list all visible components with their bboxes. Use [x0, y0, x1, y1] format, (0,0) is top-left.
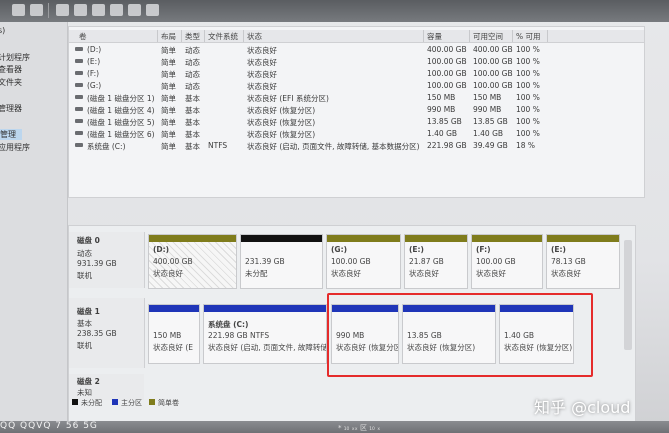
drive-icon — [75, 71, 83, 75]
table-row[interactable]: (E:) 简单 动态 状态良好 100.00 GB 100.00 GB 100 … — [69, 56, 644, 68]
partition-c[interactable]: 系统盘 (C:) 221.98 GB NTFS 状态良好 (启动, 页面文件, … — [203, 304, 327, 364]
nav-item[interactable]: 查看器 — [0, 64, 22, 75]
drive-icon — [75, 47, 83, 51]
disk-0-state: 联机 — [77, 271, 92, 280]
partition-e[interactable]: (E:) 21.87 GB 状态良好 — [404, 234, 468, 289]
watermark: 知乎 @cloud — [534, 398, 631, 417]
disk-1-name: 磁盘 1 — [77, 307, 100, 316]
disk-0-size: 931.39 GB — [77, 259, 117, 268]
partition-bar — [204, 305, 326, 312]
col-header-type[interactable]: 类型 — [185, 31, 200, 42]
partition-efi[interactable]: 150 MB 状态良好 (E — [148, 304, 200, 364]
partition-e-2[interactable]: (E:) 78.13 GB 状态良好 — [546, 234, 620, 289]
disk-2-kind: 未知 — [77, 388, 92, 397]
partition-bar — [472, 235, 542, 242]
drive-icon — [75, 59, 83, 63]
help-icon[interactable] — [92, 4, 105, 16]
partition-d[interactable]: (D:) 400.00 GB 状态良好 — [148, 234, 237, 289]
table-row[interactable]: (磁盘 1 磁盘分区 4) 简单 基本 状态良好 (恢复分区) 990 MB 9… — [69, 104, 644, 116]
nav-item[interactable]: 文件夹 — [0, 77, 22, 88]
bottom-mini-text: * ₁₀ ₓₓ 区 ₁₀ ₓ — [338, 424, 381, 432]
partition-bar — [547, 235, 619, 242]
disk-1-kind: 基本 — [77, 319, 92, 328]
table-row[interactable]: (F:) 简单 动态 状态良好 100.00 GB 100.00 GB 100 … — [69, 68, 644, 80]
red-highlight-box — [327, 293, 593, 377]
partition-bar — [405, 235, 467, 242]
status-text: QQ QQVQ 7 56 5G — [0, 421, 98, 431]
nav-item[interactable]: 计划程序 — [0, 52, 30, 63]
col-header-fs[interactable]: 文件系统 — [208, 31, 238, 42]
partition-bar — [241, 235, 322, 242]
disk-0-label[interactable]: 磁盘 0 动态 931.39 GB 联机 — [69, 232, 145, 288]
nav-item-selected[interactable]: 管理 — [0, 129, 22, 140]
vertical-scrollbar[interactable] — [624, 240, 632, 350]
col-header-pct[interactable]: % 可用 — [516, 31, 541, 42]
drive-icon — [75, 119, 83, 123]
drive-icon — [75, 83, 83, 87]
settings-icon[interactable] — [128, 4, 141, 16]
table-row[interactable]: (G:) 简单 动态 状态良好 100.00 GB 100.00 GB 100 … — [69, 80, 644, 92]
disk-1-size: 238.35 GB — [77, 329, 117, 338]
partition-unallocated[interactable]: 231.39 GB 未分配 — [240, 234, 323, 289]
partition-bar — [149, 235, 236, 242]
left-nav: s) 计划程序 查看器 文件夹 管理器 管理 应用程序 — [0, 22, 68, 433]
legend-label: 未分配 — [81, 399, 102, 407]
col-header-free[interactable]: 可用空间 — [473, 31, 503, 42]
partition-bar — [327, 235, 400, 242]
nav-item[interactable]: s) — [0, 26, 5, 35]
properties-icon[interactable] — [74, 4, 87, 16]
volume-list: 卷 布局 类型 文件系统 状态 容量 可用空间 % 可用 (D:) 简单 动态 … — [68, 26, 645, 198]
drive-icon — [75, 107, 83, 111]
table-row[interactable]: (磁盘 1 磁盘分区 1) 简单 基本 状态良好 (EFI 系统分区) 150 … — [69, 92, 644, 104]
legend-label: 主分区 — [121, 399, 142, 407]
table-row[interactable]: (D:) 简单 动态 状态良好 400.00 GB 400.00 GB 100 … — [69, 44, 644, 56]
forward-icon[interactable] — [30, 4, 43, 16]
col-header-layout[interactable]: 布局 — [161, 31, 176, 42]
drive-icon — [75, 131, 83, 135]
volume-list-header: 卷 布局 类型 文件系统 状态 容量 可用空间 % 可用 — [69, 30, 644, 43]
legend-swatch-unallocated — [72, 399, 78, 405]
back-icon[interactable] — [12, 4, 25, 16]
partition-g[interactable]: (G:) 100.00 GB 状态良好 — [326, 234, 401, 289]
table-row[interactable]: (磁盘 1 磁盘分区 5) 简单 基本 状态良好 (恢复分区) 13.85 GB… — [69, 116, 644, 128]
drive-icon — [75, 143, 83, 147]
disk-0-kind: 动态 — [77, 249, 92, 258]
col-header-volume[interactable]: 卷 — [79, 31, 87, 42]
col-header-status[interactable]: 状态 — [247, 31, 262, 42]
nav-item[interactable]: 应用程序 — [0, 142, 30, 153]
nav-item[interactable]: 管理器 — [0, 103, 22, 114]
legend-swatch-simple — [149, 399, 155, 405]
table-row[interactable]: 系统盘 (C:) 简单 基本 NTFS 状态良好 (启动, 页面文件, 故障转储… — [69, 140, 644, 152]
table-row[interactable]: (磁盘 1 磁盘分区 6) 简单 基本 状态良好 (恢复分区) 1.40 GB … — [69, 128, 644, 140]
col-header-capacity[interactable]: 容量 — [427, 31, 442, 42]
up-icon[interactable] — [56, 4, 69, 16]
disk-0-name: 磁盘 0 — [77, 236, 100, 245]
disk-2-name: 磁盘 2 — [77, 377, 100, 386]
disk-2-label[interactable]: 磁盘 2 未知 — [69, 374, 144, 400]
refresh-icon[interactable] — [110, 4, 123, 16]
toolbar — [0, 0, 669, 22]
partition-f[interactable]: (F:) 100.00 GB 状态良好 — [471, 234, 543, 289]
drive-icon — [75, 95, 83, 99]
legend-label: 简单卷 — [158, 399, 179, 407]
screen-photo: s) 计划程序 查看器 文件夹 管理器 管理 应用程序 卷 布局 类型 文件系统… — [0, 0, 669, 433]
partition-bar — [149, 305, 199, 312]
disk-1-state: 联机 — [77, 341, 92, 350]
disk-1-label[interactable]: 磁盘 1 基本 238.35 GB 联机 — [69, 298, 145, 368]
status-strip — [0, 421, 669, 433]
toolbar-divider — [48, 3, 49, 18]
view-icon[interactable] — [146, 4, 159, 16]
legend-swatch-primary — [112, 399, 118, 405]
